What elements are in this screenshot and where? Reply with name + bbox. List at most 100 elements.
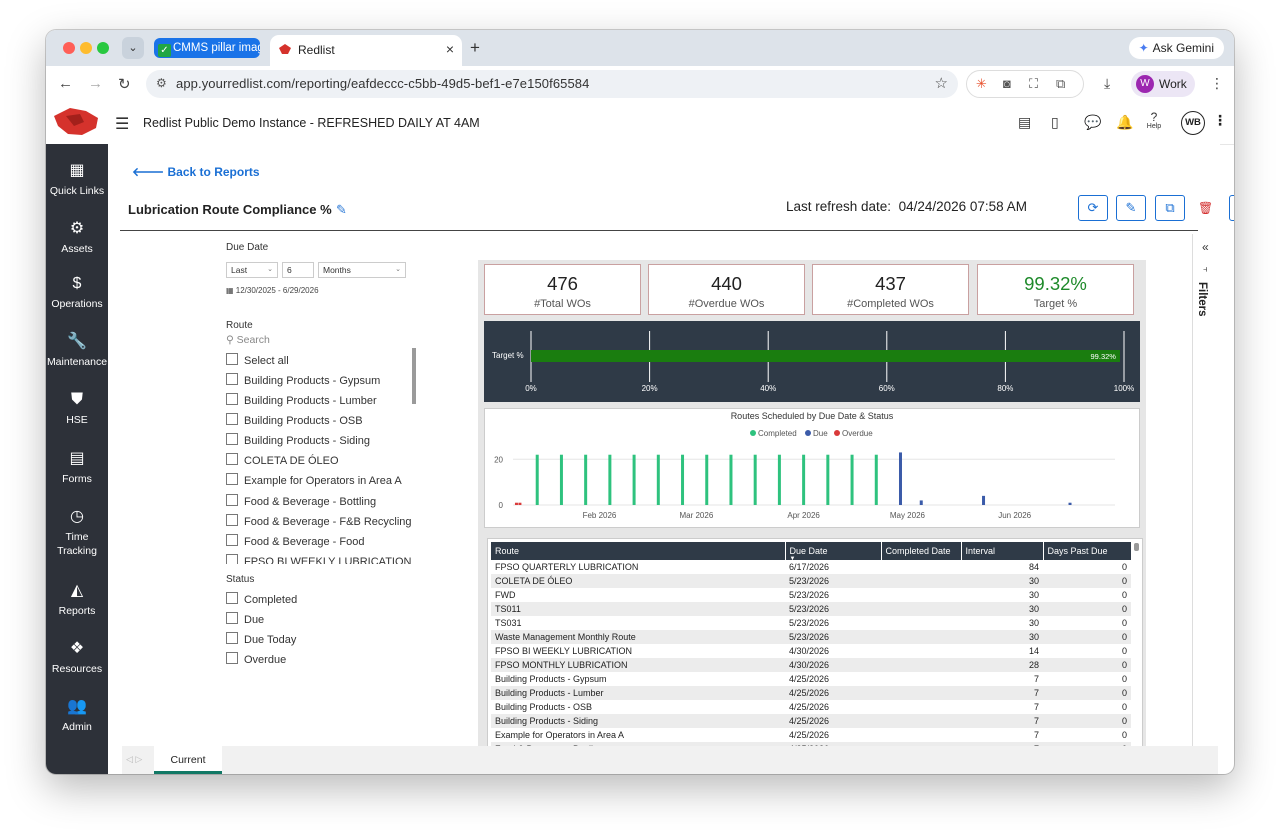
target-gauge[interactable]: Target % 0% 20% 40% 60% 80% 100% 99.32%: [484, 321, 1140, 402]
chart-bar[interactable]: [898, 452, 902, 505]
kpi-card-overdue-wos[interactable]: 440 #Overdue WOs: [648, 264, 805, 315]
table-row[interactable]: FWD 5/23/2026 30 0: [491, 588, 1131, 602]
table-scrollbar[interactable]: [1134, 543, 1139, 551]
close-tab-icon[interactable]: ×: [446, 41, 454, 57]
kpi-card-target-pct[interactable]: 99.32% Target %: [977, 264, 1134, 315]
chart-bar[interactable]: [559, 454, 563, 505]
status-checkbox[interactable]: Due: [226, 612, 264, 626]
column-header-route[interactable]: Route: [491, 542, 786, 560]
screenshot-icon[interactable]: ⛶: [1029, 76, 1038, 92]
bookmark-star-icon[interactable]: ☆: [935, 74, 948, 92]
table-row[interactable]: TS031 5/23/2026 30 0: [491, 616, 1131, 630]
period-unit-select[interactable]: Months ⌄: [318, 262, 406, 278]
camera-icon[interactable]: ◙: [1003, 76, 1011, 91]
table-row[interactable]: Building Products - Gypsum 4/25/2026 7 0: [491, 672, 1131, 686]
select-all-checkbox[interactable]: Select all: [226, 353, 289, 367]
route-checkbox[interactable]: Food & Beverage - F&B Recycling: [226, 514, 412, 528]
table-row[interactable]: TS011 5/23/2026 30 0: [491, 602, 1131, 616]
table-row[interactable]: Building Products - OSB 4/25/2026 7 0: [491, 700, 1131, 714]
reload-icon[interactable]: ↻: [118, 75, 131, 93]
chart-bar[interactable]: [982, 495, 986, 505]
table-row[interactable]: Waste Management Monthly Route 5/23/2026 3…: [491, 630, 1131, 644]
site-settings-icon[interactable]: ⚙: [156, 76, 167, 90]
app-menu-icon[interactable]: ⋮: [1213, 112, 1227, 129]
chart-bar[interactable]: [802, 454, 806, 505]
sidebar-item-time-tracking[interactable]: ◷ Time Tracking: [46, 508, 108, 558]
table-row[interactable]: Building Products - Siding 4/25/2026 7 0: [491, 714, 1131, 728]
chat-icon[interactable]: 💬: [1084, 114, 1101, 131]
sidebar-item-assets[interactable]: ⚙ Assets: [46, 220, 108, 256]
column-header-due-date[interactable]: Due Date ▼: [785, 542, 882, 562]
status-checkbox[interactable]: Due Today: [226, 632, 296, 646]
table-row[interactable]: COLETA DE ÓLEO 5/23/2026 30 0: [491, 574, 1131, 588]
chart-bar[interactable]: [753, 454, 757, 505]
route-checkbox[interactable]: Example for Operators in Area A: [226, 473, 402, 487]
chart-bar[interactable]: [535, 454, 539, 505]
profile-work-button[interactable]: W Work: [1131, 71, 1195, 97]
refresh-button[interactable]: ⟳: [1078, 195, 1108, 221]
maximize-window-button[interactable]: [97, 42, 109, 54]
new-tab-icon[interactable]: +: [470, 38, 480, 58]
minimize-window-button[interactable]: [80, 42, 92, 54]
report-doc-icon[interactable]: ▤: [1018, 114, 1031, 131]
chart-bar[interactable]: [729, 454, 733, 505]
route-checkbox[interactable]: Building Products - Lumber: [226, 393, 377, 407]
chart-bar[interactable]: [608, 454, 612, 505]
sidebar-item-reports[interactable]: ◭ Reports: [46, 582, 108, 618]
route-checkbox[interactable]: FPSO BI WEEKLY LUBRICATION: [226, 554, 411, 564]
chart-bar[interactable]: [584, 454, 588, 505]
chart-bar[interactable]: [777, 454, 781, 505]
fullscreen-button[interactable]: ⤢: [1229, 195, 1234, 221]
forward-arrow-icon[interactable]: →: [88, 75, 103, 92]
page-nav-arrows-icon[interactable]: ◁ ▷: [126, 754, 142, 765]
column-header-days-past-due[interactable]: Days Past Due: [1043, 542, 1132, 560]
table-row[interactable]: FPSO BI WEEKLY LUBRICATION 4/30/2026 14 0: [491, 644, 1131, 658]
help-icon[interactable]: ? Help: [1144, 110, 1164, 130]
chart-bar[interactable]: [1068, 502, 1072, 505]
route-checkbox[interactable]: Building Products - OSB: [226, 413, 363, 427]
chart-bar[interactable]: [514, 502, 518, 505]
address-bar[interactable]: ⚙ app.yourredlist.com/reporting/eafdeccc…: [146, 70, 958, 98]
kpi-card-completed-wos[interactable]: 437 #Completed WOs: [812, 264, 969, 315]
table-row[interactable]: FPSO MONTHLY LUBRICATION 4/30/2026 28 0: [491, 658, 1131, 672]
redlist-logo-icon[interactable]: [46, 102, 108, 144]
sidebar-item-resources[interactable]: ❖ Resources: [46, 640, 108, 676]
route-list-scrollbar[interactable]: [412, 348, 416, 404]
route-checkbox[interactable]: Building Products - Siding: [226, 433, 370, 447]
delete-report-button[interactable]: 🗑: [1198, 201, 1213, 215]
url-text[interactable]: app.yourredlist.com/reporting/eafdeccc-c…: [176, 76, 589, 91]
duplicate-report-button[interactable]: ⧉: [1155, 195, 1185, 221]
ask-gemini-button[interactable]: ✦ Ask Gemini: [1128, 37, 1224, 59]
sidebar-item-maintenance[interactable]: 🔧 Maintenance: [46, 333, 108, 369]
back-arrow-icon[interactable]: ←: [58, 75, 73, 92]
chart-bar[interactable]: [632, 454, 636, 505]
back-to-reports-link[interactable]: 🡐 Back to Reports: [132, 164, 260, 179]
filters-pane-collapsed[interactable]: « ⫞ Filters: [1192, 234, 1221, 774]
extensions-puzzle-icon[interactable]: ⧉: [1056, 76, 1065, 92]
browser-menu-icon[interactable]: ⋮: [1210, 75, 1224, 92]
chart-bar[interactable]: [919, 500, 923, 505]
period-mode-select[interactable]: Last ⌄: [226, 262, 278, 278]
extension-burst-icon[interactable]: ✳: [976, 76, 987, 92]
page-tab-current[interactable]: Current: [154, 746, 222, 774]
period-count-input[interactable]: 6: [282, 262, 314, 278]
status-checkbox[interactable]: Completed: [226, 592, 297, 606]
chart-bar[interactable]: [705, 454, 709, 505]
sidebar-item-operations[interactable]: $ Operations: [46, 275, 108, 311]
routes-table-visual[interactable]: Route Due Date ▼ Completed Date Interval …: [487, 538, 1143, 753]
route-checkbox[interactable]: Building Products - Gypsum: [226, 373, 380, 387]
table-row[interactable]: FPSO QUARTERLY LUBRICATION 6/17/2026 84 0: [491, 560, 1131, 574]
pin-icon[interactable]: ⫞: [1203, 264, 1208, 275]
routes-by-due-date-chart[interactable]: Routes Scheduled by Due Date & Status Co…: [484, 408, 1140, 528]
edit-report-button[interactable]: ✎: [1116, 195, 1146, 221]
kpi-card-total-wos[interactable]: 476 #Total WOs: [484, 264, 641, 315]
edit-title-icon[interactable]: ✎: [336, 202, 347, 218]
sidebar-item-hse[interactable]: ⛊ HSE: [46, 391, 108, 427]
download-icon[interactable]: ⤓: [1104, 75, 1110, 92]
chart-bar[interactable]: [656, 454, 660, 505]
chart-bar[interactable]: [518, 502, 522, 505]
double-chevron-left-icon[interactable]: «: [1202, 240, 1209, 254]
chart-bar[interactable]: [850, 454, 854, 505]
blank-doc-icon[interactable]: ▯: [1051, 114, 1059, 131]
sidebar-item-forms[interactable]: ▤ Forms: [46, 450, 108, 486]
